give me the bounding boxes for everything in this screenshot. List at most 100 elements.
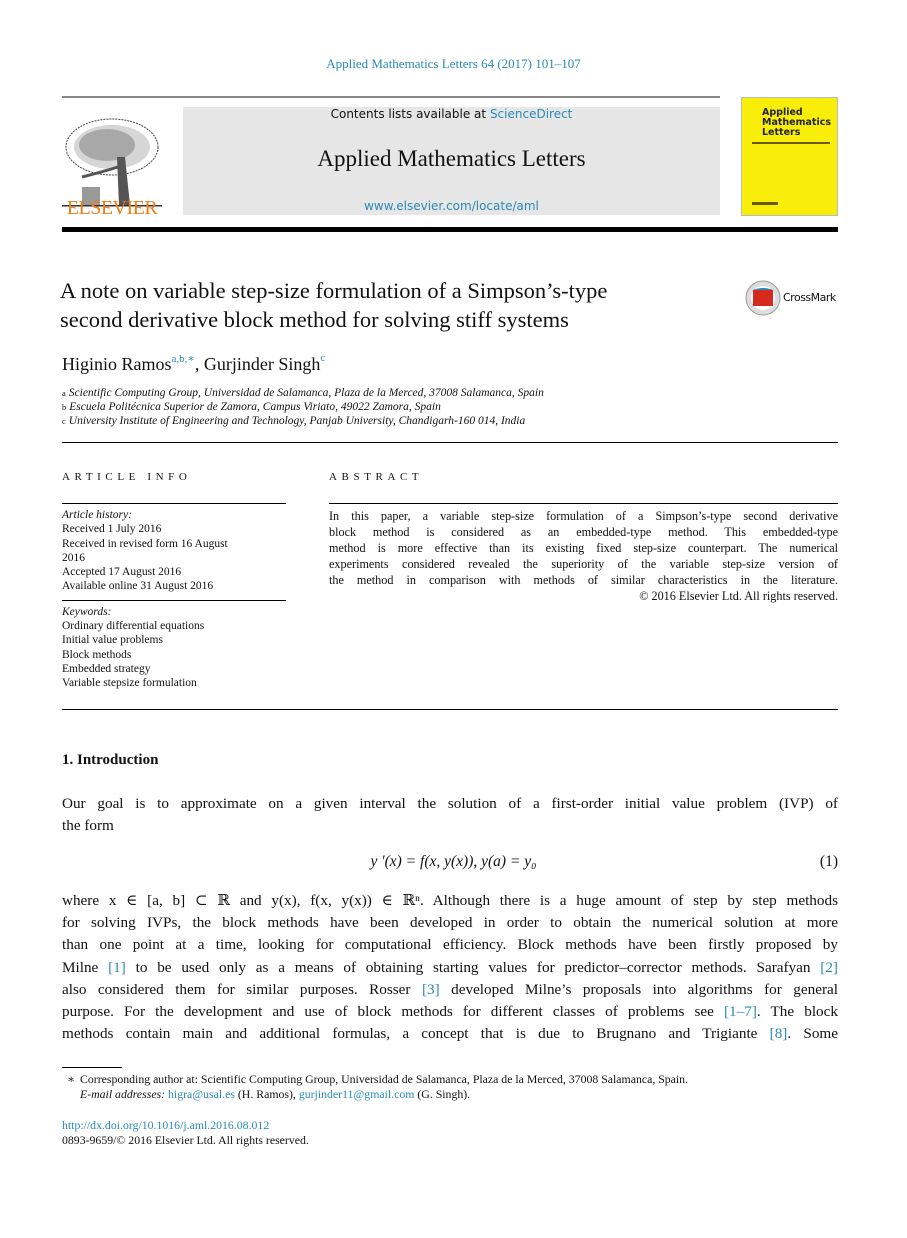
history-item: Received 1 July 2016 (62, 523, 162, 536)
keyword: Initial value problems (62, 634, 163, 647)
cover-title: Applied Mathematics Letters (762, 107, 832, 138)
text-segment: than one point at a time, looking for co… (62, 936, 838, 954)
header-rule (62, 227, 838, 232)
keyword: Variable stepsize formulation (62, 677, 197, 690)
doi-block: http://dx.doi.org/10.1016/j.aml.2016.08.… (62, 1118, 309, 1148)
abstract-line: In this paper, a variable step-size form… (329, 509, 838, 523)
text-segment: methods contain main and additional form… (62, 1025, 770, 1043)
equation: y ′(x) = f(x, y(x)), y(a) = y₀ (370, 853, 537, 870)
journal-url-link[interactable]: www.elsevier.com/locate/aml (183, 199, 720, 213)
section-heading: 1. Introduction (62, 752, 159, 768)
affiliation-text: Escuela Politécnica Superior de Zamora, … (69, 401, 441, 414)
email-note: E-mail addresses: higra@usal.es (H. Ramo… (62, 1087, 838, 1102)
keyword: Embedded strategy (62, 662, 151, 675)
text-segment: also considered them for similar purpose… (62, 980, 422, 998)
email-link[interactable]: gurjinder11@gmail.com (299, 1087, 415, 1101)
footnote-rule (62, 1067, 122, 1068)
equation-number: (1) (819, 853, 838, 870)
text-segment: . Some (787, 1025, 838, 1043)
keyword: Block methods (62, 648, 132, 661)
abstract-body: In this paper, a variable step-size form… (329, 508, 838, 604)
history-label: Article history: (62, 509, 132, 521)
text-line: Milne [1] to be used only as a means of … (62, 957, 838, 979)
text-line: methods contain main and additional form… (62, 1023, 838, 1045)
history-item: 2016 (62, 551, 85, 564)
journal-reference[interactable]: Applied Mathematics Letters 64 (2017) 10… (0, 56, 907, 72)
doi-link[interactable]: http://dx.doi.org/10.1016/j.aml.2016.08.… (62, 1118, 309, 1133)
keyword-list: Ordinary differential equations Initial v… (62, 619, 286, 690)
citation-link[interactable]: [1] (108, 959, 126, 976)
affiliation: a Scientific Computing Group, Universidad… (62, 386, 544, 400)
text-line: for solving IVPs, the block methods have… (62, 912, 838, 934)
affiliation: c University Institute of Engineering and… (62, 414, 544, 428)
abstract-line: method is more effective than its existi… (329, 541, 838, 555)
intro-paragraph: where x ∈ [a, b] ⊂ ℝ and y(x), f(x, y(x)… (62, 890, 838, 1045)
affiliation: b Escuela Politécnica Superior de Zamora,… (62, 400, 544, 414)
email-owner: (H. Ramos), (234, 1087, 299, 1101)
text-segment: Our goal is to approximate on a given in… (62, 795, 838, 812)
divider (62, 599, 286, 601)
affiliation-text: University Institute of Engineering and … (68, 415, 526, 428)
divider (62, 503, 286, 504)
abstract-heading: ABSTRACT (329, 471, 424, 483)
text-segment: developed Milne’s proposals into algorit… (439, 980, 838, 998)
article-title: A note on variable step-size formulation… (60, 276, 710, 334)
sciencedirect-link[interactable]: ScienceDirect (490, 107, 572, 121)
contents-prefix: Contents lists available at (330, 107, 490, 121)
crossmark-label: CrossMark (783, 291, 836, 304)
author-name[interactable]: Gurjinder Singh (204, 354, 321, 374)
divider (329, 503, 838, 504)
text-line: purpose. For the development and use of … (62, 1001, 838, 1023)
text-line: the form (62, 815, 838, 837)
history-list: Received 1 July 2016 Received in revised … (62, 522, 286, 593)
email-label: E-mail addresses: (80, 1087, 166, 1101)
elsevier-wordmark: ELSEVIER (66, 197, 158, 219)
footnotes: ∗ Corresponding author at: Scientific Com… (62, 1072, 838, 1102)
article-info: Article history: Received 1 July 2016 Rec… (62, 508, 286, 691)
abstract-line: the method in comparison with methods of… (329, 573, 838, 587)
author-affiliation-marker[interactable]: a,b,∗ (172, 353, 195, 365)
title-line: second derivative block method for solvi… (60, 307, 569, 332)
abstract-line: block method is considered as an embedde… (329, 525, 838, 539)
footnote-star: ∗ (66, 1072, 76, 1086)
article-info-heading: ARTICLE INFO (62, 471, 192, 483)
contents-line: Contents lists available at ScienceDirec… (183, 107, 720, 121)
journal-cover-thumbnail[interactable]: Applied Mathematics Letters (741, 97, 838, 216)
text-line: where x ∈ [a, b] ⊂ ℝ and y(x), f(x, y(x)… (62, 890, 838, 912)
text-segment: to be used only as a means of obtaining … (125, 958, 821, 976)
affiliation-marker: a (62, 388, 66, 398)
history-item: Available online 31 August 2016 (62, 580, 214, 593)
text-segment: purpose. For the development and use of … (62, 1003, 724, 1021)
history-item: Received in revised form 16 August (62, 537, 228, 550)
author-list: Higinio Ramosa,b,∗, Gurjinder Singhc (62, 352, 326, 374)
email-link[interactable]: higra@usal.es (168, 1087, 235, 1101)
corresponding-author-note: ∗ Corresponding author at: Scientific Com… (62, 1072, 838, 1087)
keyword: Ordinary differential equations (62, 620, 205, 633)
affiliation-marker: b (62, 402, 67, 413)
citation-link[interactable]: [1–7] (724, 1003, 757, 1020)
title-line: A note on variable step-size formulation… (60, 278, 608, 303)
text-segment: where x ∈ [a, b] ⊂ ℝ and y(x), f(x, y(x)… (62, 892, 838, 909)
journal-title: Applied Mathematics Letters (317, 146, 586, 171)
text-line: than one point at a time, looking for co… (62, 934, 838, 956)
crossmark-button[interactable]: CrossMark (745, 280, 840, 316)
affiliation-text: Scientific Computing Group, Universidad … (68, 387, 544, 399)
text-segment: . The block (756, 1003, 838, 1021)
corresponding-text: Corresponding author at: Scientific Comp… (80, 1072, 689, 1086)
divider (62, 96, 720, 98)
citation-link[interactable]: [3] (422, 981, 440, 998)
text-line: also considered them for similar purpose… (62, 979, 838, 1001)
divider (62, 709, 838, 710)
text-segment: for solving IVPs, the block methods have… (62, 914, 838, 932)
author-affiliation-marker[interactable]: c (320, 352, 325, 364)
text-segment: the form (62, 817, 114, 835)
author-name[interactable]: Higinio Ramos (62, 354, 172, 374)
divider (62, 442, 838, 443)
citation-link[interactable]: [2] (820, 959, 838, 976)
issn-copyright: 0893-9659/© 2016 Elsevier Ltd. All right… (62, 1133, 309, 1147)
text-segment: Milne (62, 958, 109, 976)
affiliations: a Scientific Computing Group, Universidad… (62, 386, 544, 429)
intro-paragraph: Our goal is to approximate on a given in… (62, 793, 838, 837)
abstract-line: experiments considered revealed the supe… (329, 557, 838, 571)
citation-link[interactable]: [8] (770, 1025, 788, 1042)
